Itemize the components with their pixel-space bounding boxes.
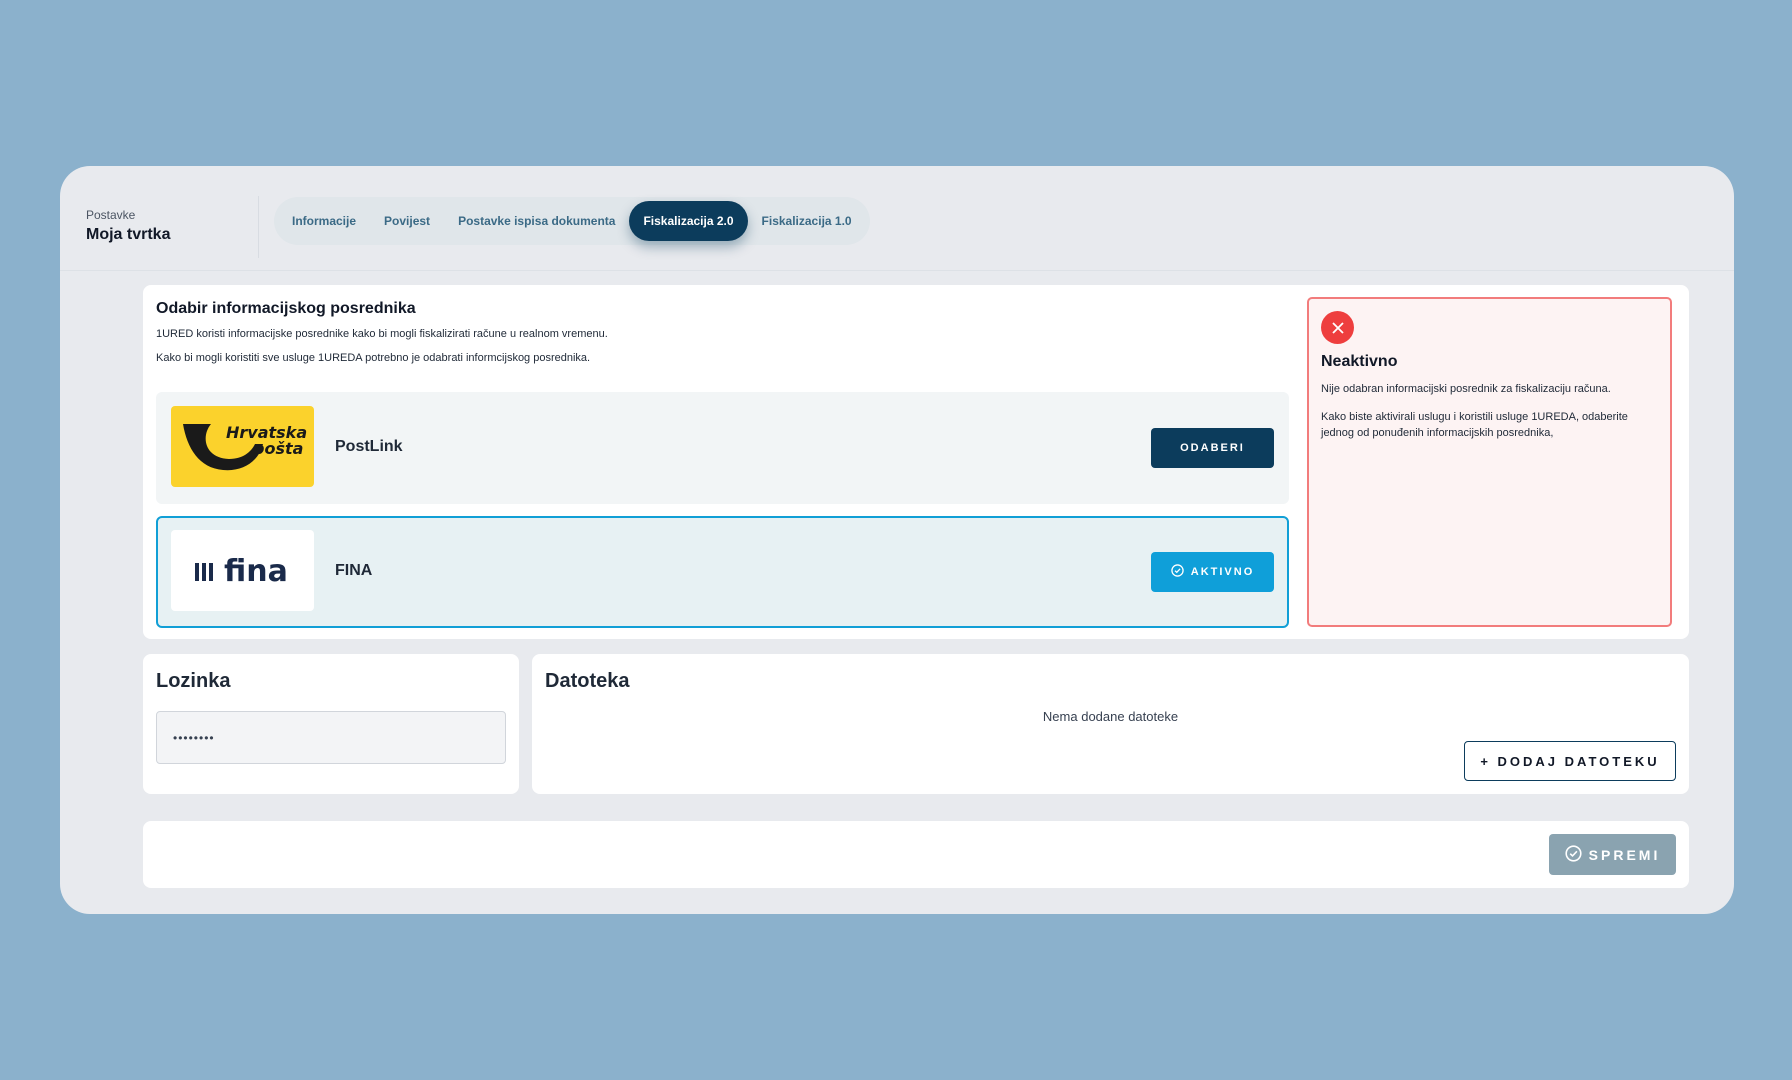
divider — [258, 196, 259, 258]
svg-text:pošta: pošta — [252, 439, 303, 458]
tab-povijest[interactable]: Povijest — [370, 201, 444, 241]
status-instructions: Kako biste aktivirali uslugu i koristili… — [1321, 411, 1628, 439]
add-file-button[interactable]: + DODAJ DATOTEKU — [1464, 741, 1676, 781]
tab-postavke-ispisa[interactable]: Postavke ispisa dokumenta — [444, 201, 629, 241]
provider-name: FINA — [335, 562, 373, 579]
top-bar: Postavke Moja tvrtka Informacije Povijes… — [60, 166, 1734, 271]
provider-selection-card: Odabir informacijskog posrednika 1URED k… — [143, 285, 1689, 639]
save-label: SPREMI — [1588, 846, 1661, 863]
check-circle-icon — [1565, 844, 1582, 865]
tab-bar: Informacije Povijest Postavke ispisa dok… — [274, 197, 870, 245]
empty-file-text: Nema dodane datoteke — [1042, 709, 1179, 724]
save-bar: SPREMI — [143, 821, 1689, 888]
file-title: Datoteka — [545, 670, 630, 692]
check-circle-icon — [1171, 564, 1184, 580]
page-title: Moja tvrtka — [86, 226, 171, 243]
provider-name: PostLink — [335, 438, 403, 455]
settings-window: Postavke Moja tvrtka Informacije Povijes… — [60, 166, 1734, 914]
active-provider-button[interactable]: AKTIVNO — [1151, 552, 1274, 592]
hrvatska-posta-logo: Hrvatska pošta — [171, 406, 314, 487]
status-message: Nije odabran informacijski posrednik za … — [1321, 383, 1611, 395]
select-provider-button[interactable]: ODABERI — [1151, 428, 1274, 468]
status-panel: Neaktivno Nije odabran informacijski pos… — [1307, 297, 1672, 627]
close-icon — [1321, 311, 1354, 344]
save-button[interactable]: SPREMI — [1549, 834, 1676, 875]
status-title: Neaktivno — [1321, 353, 1398, 370]
password-field[interactable] — [156, 711, 506, 764]
active-label: AKTIVNO — [1190, 566, 1255, 578]
tab-informacije[interactable]: Informacije — [278, 201, 370, 241]
breadcrumb-parent[interactable]: Postavke — [86, 208, 170, 222]
provider-postlink[interactable]: Hrvatska pošta PostLink ODABERI — [156, 392, 1289, 504]
tab-fiskalizacija-2[interactable]: Fiskalizacija 2.0 — [629, 201, 748, 241]
fina-logo: fina — [171, 530, 314, 611]
breadcrumb: Postavke Moja tvrtka — [86, 208, 170, 244]
tab-fiskalizacija-1[interactable]: Fiskalizacija 1.0 — [748, 201, 866, 241]
svg-text:fina: fina — [224, 554, 288, 589]
section-title: Odabir informacijskog posrednika — [156, 300, 416, 317]
file-card: Datoteka Nema dodane datoteke + DODAJ DA… — [532, 654, 1689, 794]
section-description: Kako bi mogli koristiti sve usluge 1URED… — [156, 352, 591, 364]
password-card: Lozinka — [143, 654, 519, 794]
password-title: Lozinka — [156, 670, 231, 692]
provider-fina[interactable]: fina FINA AKTIVNO — [156, 516, 1289, 628]
section-description: 1URED koristi informacijske posrednike k… — [156, 328, 608, 340]
